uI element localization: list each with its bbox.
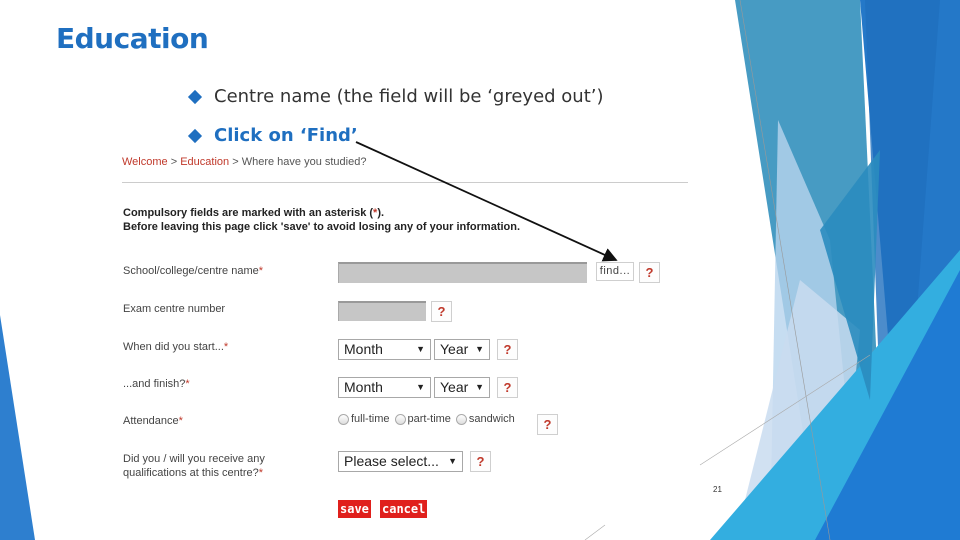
deco-thin-line-3 [584, 524, 606, 540]
attendance-label: Attendance* [123, 414, 183, 428]
dropdown-arrow-icon: ▼ [416, 344, 425, 354]
start-help-button[interactable]: ? [497, 339, 518, 360]
exam-centre-number-label: Exam centre number [123, 303, 226, 315]
deco-pale-wedge [735, 280, 860, 540]
attendance-help-button[interactable]: ? [537, 414, 558, 435]
deco-left-triangle [0, 315, 35, 540]
finish-year-select[interactable]: Year ▼ [434, 377, 490, 398]
start-month-select[interactable]: Month ▼ [338, 339, 431, 360]
required-asterisk: * [223, 341, 229, 353]
breadcrumb-education[interactable]: Education [180, 156, 229, 168]
save-button[interactable]: save [338, 500, 371, 518]
centre-name-help-button[interactable]: ? [639, 262, 660, 283]
breadcrumb-separator: > [170, 156, 178, 168]
deco-light-blue-wedge [770, 120, 860, 540]
bullet-click-find: Click on ‘Find’ [187, 125, 358, 146]
qualifications-select[interactable]: Please select... ▼ [338, 451, 463, 472]
breadcrumb: Welcome > Education > Where have you stu… [122, 156, 366, 168]
deco-teal-dark [820, 150, 880, 400]
deco-thin-line-1 [739, 0, 831, 540]
centre-name-label: School/college/centre name* [123, 264, 263, 278]
required-asterisk: * [178, 415, 183, 427]
required-asterisk: * [185, 378, 190, 390]
diamond-bullet-icon [187, 89, 203, 104]
qualifications-help-button[interactable]: ? [470, 451, 491, 472]
attendance-option-sandwich[interactable]: sandwich [455, 413, 515, 425]
attendance-option-part-time[interactable]: part-time [394, 413, 451, 425]
radio-label: sandwich [468, 413, 515, 425]
bullet-text: Centre name (the field will be ‘greyed o… [214, 86, 604, 107]
label-text: Did you / will you receive any [123, 453, 265, 465]
breadcrumb-separator: > [232, 156, 239, 168]
deco-teal-band [735, 0, 885, 540]
breadcrumb-welcome[interactable]: Welcome [122, 156, 168, 168]
qualifications-label: Did you / will you receive any qualifica… [123, 452, 265, 480]
notice-text: Compulsory fields are marked with an ast… [123, 207, 374, 219]
diamond-bullet-icon [187, 128, 203, 143]
slide-page-number: 21 [713, 485, 722, 494]
deco-bright-blue [815, 270, 960, 540]
dropdown-arrow-icon: ▼ [448, 456, 457, 466]
bullet-centre-name: Centre name (the field will be ‘greyed o… [187, 86, 604, 107]
find-button[interactable]: find... [596, 262, 634, 281]
cancel-button[interactable]: cancel [380, 500, 428, 518]
required-asterisk: * [258, 265, 264, 277]
start-year-select[interactable]: Year ▼ [434, 339, 490, 360]
label-text: qualifications at this centre? [123, 467, 259, 479]
centre-name-field-disabled [338, 262, 587, 283]
attendance-option-full-time[interactable]: full-time [338, 413, 390, 425]
finish-date-label: ...and finish?* [123, 377, 190, 391]
select-value: Please select... [344, 453, 439, 469]
divider [122, 182, 688, 183]
notice-save-reminder: Before leaving this page click 'save' to… [123, 221, 521, 233]
deco-thin-line-2 [699, 354, 871, 466]
compulsory-notice: Compulsory fields are marked with an ast… [123, 206, 520, 234]
deco-dark-blue-band [860, 0, 960, 540]
start-date-label: When did you start...* [123, 340, 228, 354]
dropdown-arrow-icon: ▼ [475, 344, 484, 354]
radio-label: full-time [351, 413, 390, 425]
radio-button[interactable] [394, 413, 406, 425]
breadcrumb-current: Where have you studied? [241, 156, 367, 168]
required-asterisk: * [258, 467, 264, 479]
notice-text: ). [377, 207, 385, 219]
exam-centre-number-field[interactable] [338, 301, 426, 321]
dropdown-arrow-icon: ▼ [475, 382, 484, 392]
dropdown-arrow-icon: ▼ [416, 382, 425, 392]
finish-help-button[interactable]: ? [497, 377, 518, 398]
attendance-radio-group: full-time part-time sandwich [338, 413, 520, 425]
label-text: When did you start... [123, 341, 224, 353]
finish-month-select[interactable]: Month ▼ [338, 377, 431, 398]
exam-centre-help-button[interactable]: ? [431, 301, 452, 322]
label-text: Attendance [123, 415, 179, 427]
radio-button[interactable] [455, 413, 467, 425]
label-text: School/college/centre name [123, 265, 259, 277]
label-text: ...and finish? [123, 378, 186, 390]
deco-cyan-band [710, 250, 960, 540]
bullet-text: Click on ‘Find’ [214, 125, 358, 146]
select-value: Month [344, 341, 383, 357]
arrow-line-icon [355, 141, 618, 262]
select-value: Year [440, 341, 469, 357]
select-value: Month [344, 379, 383, 395]
slide-title: Education [56, 22, 209, 55]
radio-button[interactable] [338, 413, 349, 425]
deco-mid-blue [865, 0, 940, 540]
radio-label: part-time [407, 413, 451, 425]
select-value: Year [440, 379, 469, 395]
